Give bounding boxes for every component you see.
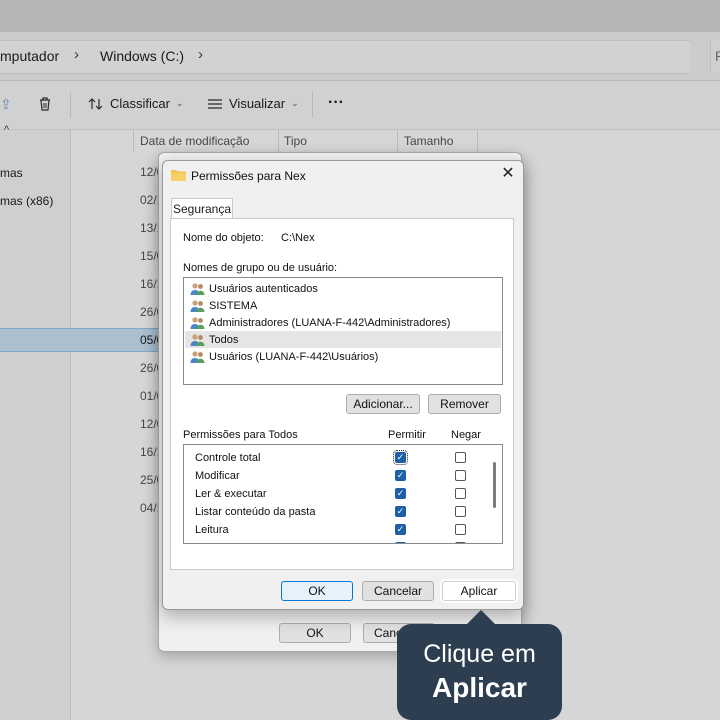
- allow-checkbox[interactable]: ✓: [393, 450, 408, 465]
- user-name: Usuários (LUANA-F-442\Usuários): [209, 350, 379, 363]
- allow-checkbox[interactable]: ✓: [395, 506, 406, 517]
- user-item-authenticated[interactable]: Usuários autenticados: [185, 280, 501, 297]
- allow-column-header: Permitir: [388, 429, 426, 441]
- permission-name: Listar conteúdo da pasta: [195, 506, 316, 518]
- tab-security[interactable]: Segurança: [171, 198, 233, 218]
- user-name: SISTEMA: [209, 299, 258, 312]
- allow-checkbox[interactable]: ✓: [395, 524, 406, 535]
- user-name: Administradores (LUANA-F-442\Administrad…: [209, 316, 451, 329]
- permission-name: Ler & executar: [195, 488, 267, 500]
- object-name-value: C:\Nex: [281, 232, 315, 244]
- user-name: Usuários autenticados: [209, 282, 318, 295]
- callout-text-line2: Aplicar: [432, 672, 527, 703]
- deny-checkbox[interactable]: [455, 488, 466, 499]
- allow-checkbox[interactable]: [395, 542, 406, 543]
- users-group-icon: [190, 333, 205, 346]
- permission-row-full-control: Controle total ✓: [184, 449, 502, 467]
- user-item-system[interactable]: SISTEMA: [185, 297, 501, 314]
- allow-checkbox[interactable]: ✓: [395, 470, 406, 481]
- callout-pointer: [466, 610, 496, 625]
- user-item-users[interactable]: Usuários (LUANA-F-442\Usuários): [185, 348, 501, 365]
- callout-text-line1: Clique em: [423, 640, 536, 668]
- group-names-label: Nomes de grupo ou de usuário:: [183, 262, 338, 274]
- remove-button[interactable]: Remover: [428, 394, 501, 414]
- folder-icon: [171, 170, 186, 181]
- permission-row-list-folder: Listar conteúdo da pasta ✓: [184, 503, 502, 521]
- apply-button[interactable]: Aplicar: [442, 581, 516, 601]
- permission-name: Modificar: [195, 470, 240, 482]
- permissions-for-label: Permissões para Todos: [183, 429, 298, 441]
- deny-checkbox[interactable]: [455, 506, 466, 517]
- dialog-title: Permissões para Nex: [191, 169, 306, 183]
- permission-name: Controle total: [195, 452, 261, 464]
- allow-checkbox[interactable]: ✓: [395, 488, 406, 499]
- user-name: Todos: [209, 333, 239, 346]
- scrollbar-thumb[interactable]: [493, 462, 496, 508]
- deny-checkbox[interactable]: [455, 470, 466, 481]
- permission-row-modify: Modificar ✓: [184, 467, 502, 485]
- users-group-icon: [190, 316, 205, 329]
- add-button[interactable]: Adicionar...: [346, 394, 420, 414]
- ok-button[interactable]: OK: [281, 581, 353, 601]
- deny-column-header: Negar: [451, 429, 481, 441]
- cancel-button[interactable]: Cancelar: [362, 581, 434, 601]
- close-icon[interactable]: ✕: [500, 166, 516, 182]
- deny-checkbox[interactable]: [455, 542, 466, 543]
- permission-row-partial: [184, 539, 502, 543]
- back-ok-button[interactable]: OK: [279, 623, 351, 643]
- permission-row-read: Leitura ✓: [184, 521, 502, 539]
- users-group-icon: [190, 282, 205, 295]
- users-group-icon: [190, 299, 205, 312]
- user-item-everyone[interactable]: Todos: [185, 331, 501, 348]
- deny-checkbox[interactable]: [455, 524, 466, 535]
- user-item-administrators[interactable]: Administradores (LUANA-F-442\Administrad…: [185, 314, 501, 331]
- deny-checkbox[interactable]: [455, 452, 466, 463]
- permission-name: Leitura: [195, 524, 229, 536]
- users-group-icon: [190, 350, 205, 363]
- permission-row-read-execute: Ler & executar ✓: [184, 485, 502, 503]
- permissions-list: Controle total ✓ Modificar ✓ Ler & execu…: [183, 444, 503, 544]
- object-name-label: Nome do objeto:: [183, 232, 264, 244]
- users-list[interactable]: Usuários autenticados SISTEMA Administra…: [183, 277, 503, 385]
